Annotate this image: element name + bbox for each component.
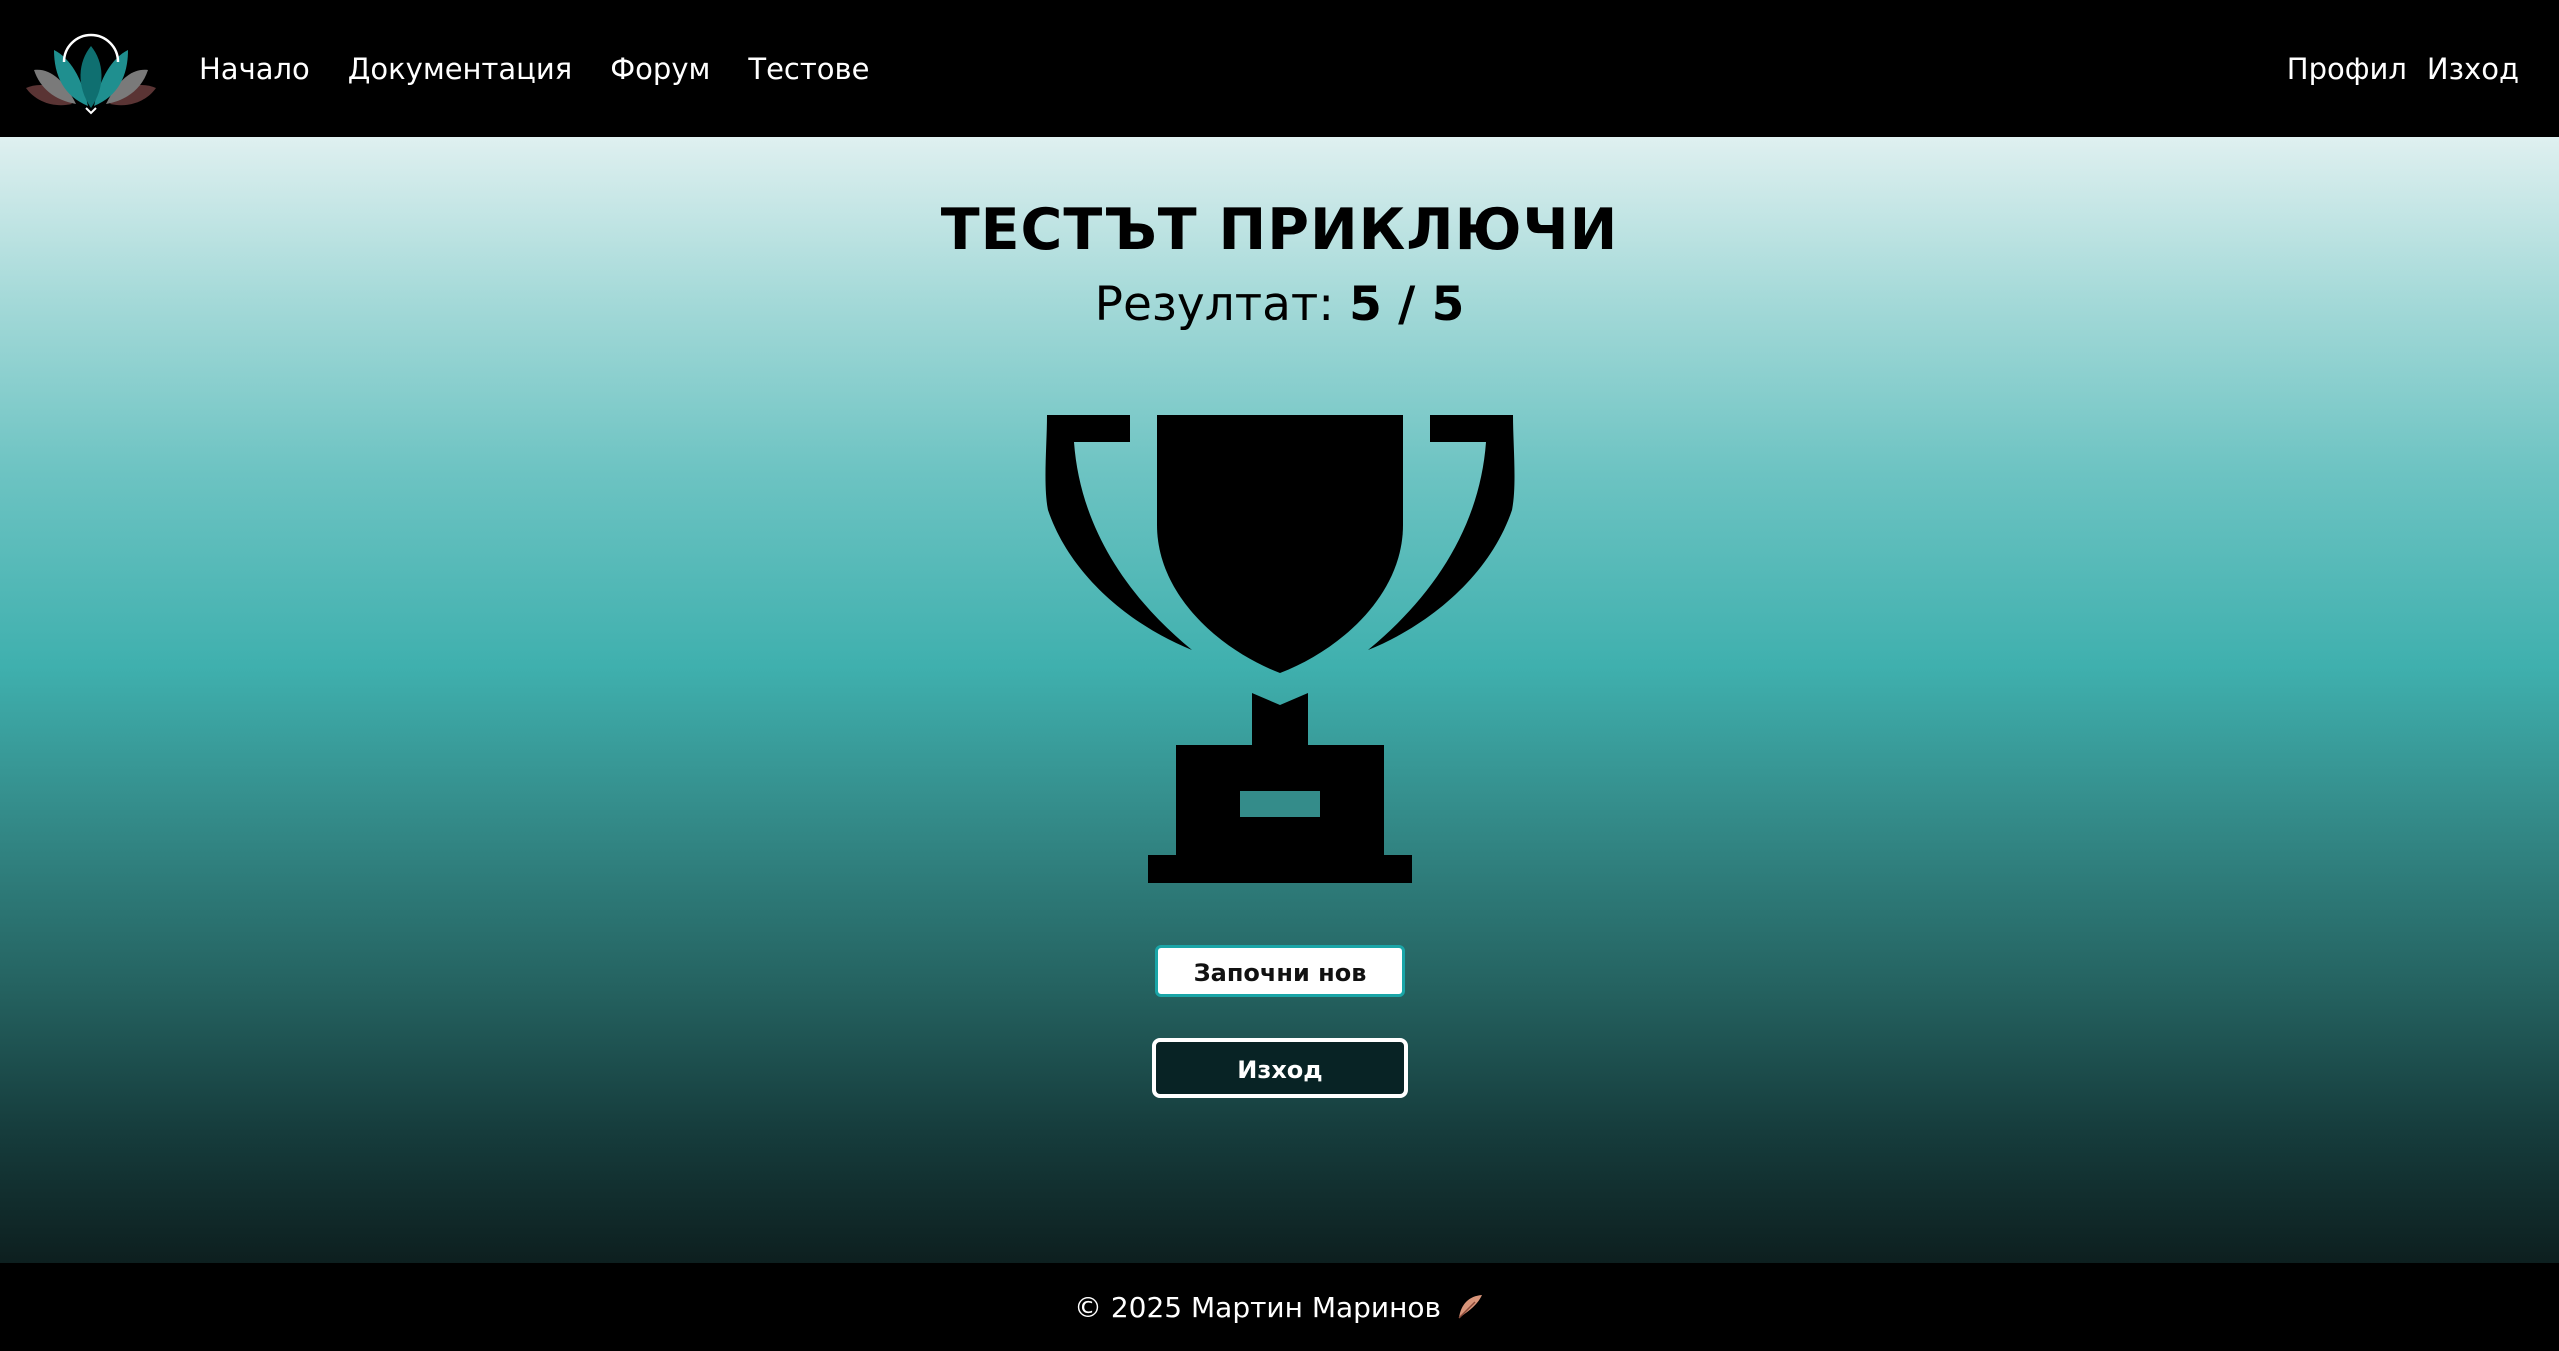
nav-item-forum[interactable]: Форум xyxy=(610,52,710,86)
nav-item-profile[interactable]: Профил xyxy=(2287,52,2407,86)
trophy-icon xyxy=(1045,415,1515,883)
main-nav: Начало Документация Форум Тестове xyxy=(199,0,907,137)
nav-item-logout[interactable]: Изход xyxy=(2427,52,2519,86)
score-label: Резултат: xyxy=(1094,277,1335,332)
score-line: Резултат: 5 / 5 xyxy=(0,277,2559,332)
nav-item-documentation[interactable]: Документация xyxy=(348,52,572,86)
top-navbar: Начало Документация Форум Тестове Профил… xyxy=(0,0,2559,137)
lotus-logo-icon[interactable] xyxy=(20,22,162,116)
result-panel: ТЕСТЪТ ПРИКЛЮЧИ Резултат: 5 / 5 Започни … xyxy=(0,137,2559,1263)
score-value: 5 / 5 xyxy=(1349,277,1465,332)
user-nav: Профил Изход xyxy=(2267,0,2519,137)
footer: © 2025 Мартин Маринов xyxy=(0,1263,2559,1351)
exit-button[interactable]: Изход xyxy=(1152,1038,1408,1098)
nav-item-tests[interactable]: Тестове xyxy=(748,52,869,86)
page-title: ТЕСТЪТ ПРИКЛЮЧИ xyxy=(940,197,1619,263)
start-new-button[interactable]: Започни нов xyxy=(1155,945,1405,997)
footer-copyright: © 2025 Мартин Маринов xyxy=(1073,1290,1442,1324)
nav-item-home[interactable]: Начало xyxy=(199,52,310,86)
feather-icon xyxy=(1458,1295,1483,1319)
